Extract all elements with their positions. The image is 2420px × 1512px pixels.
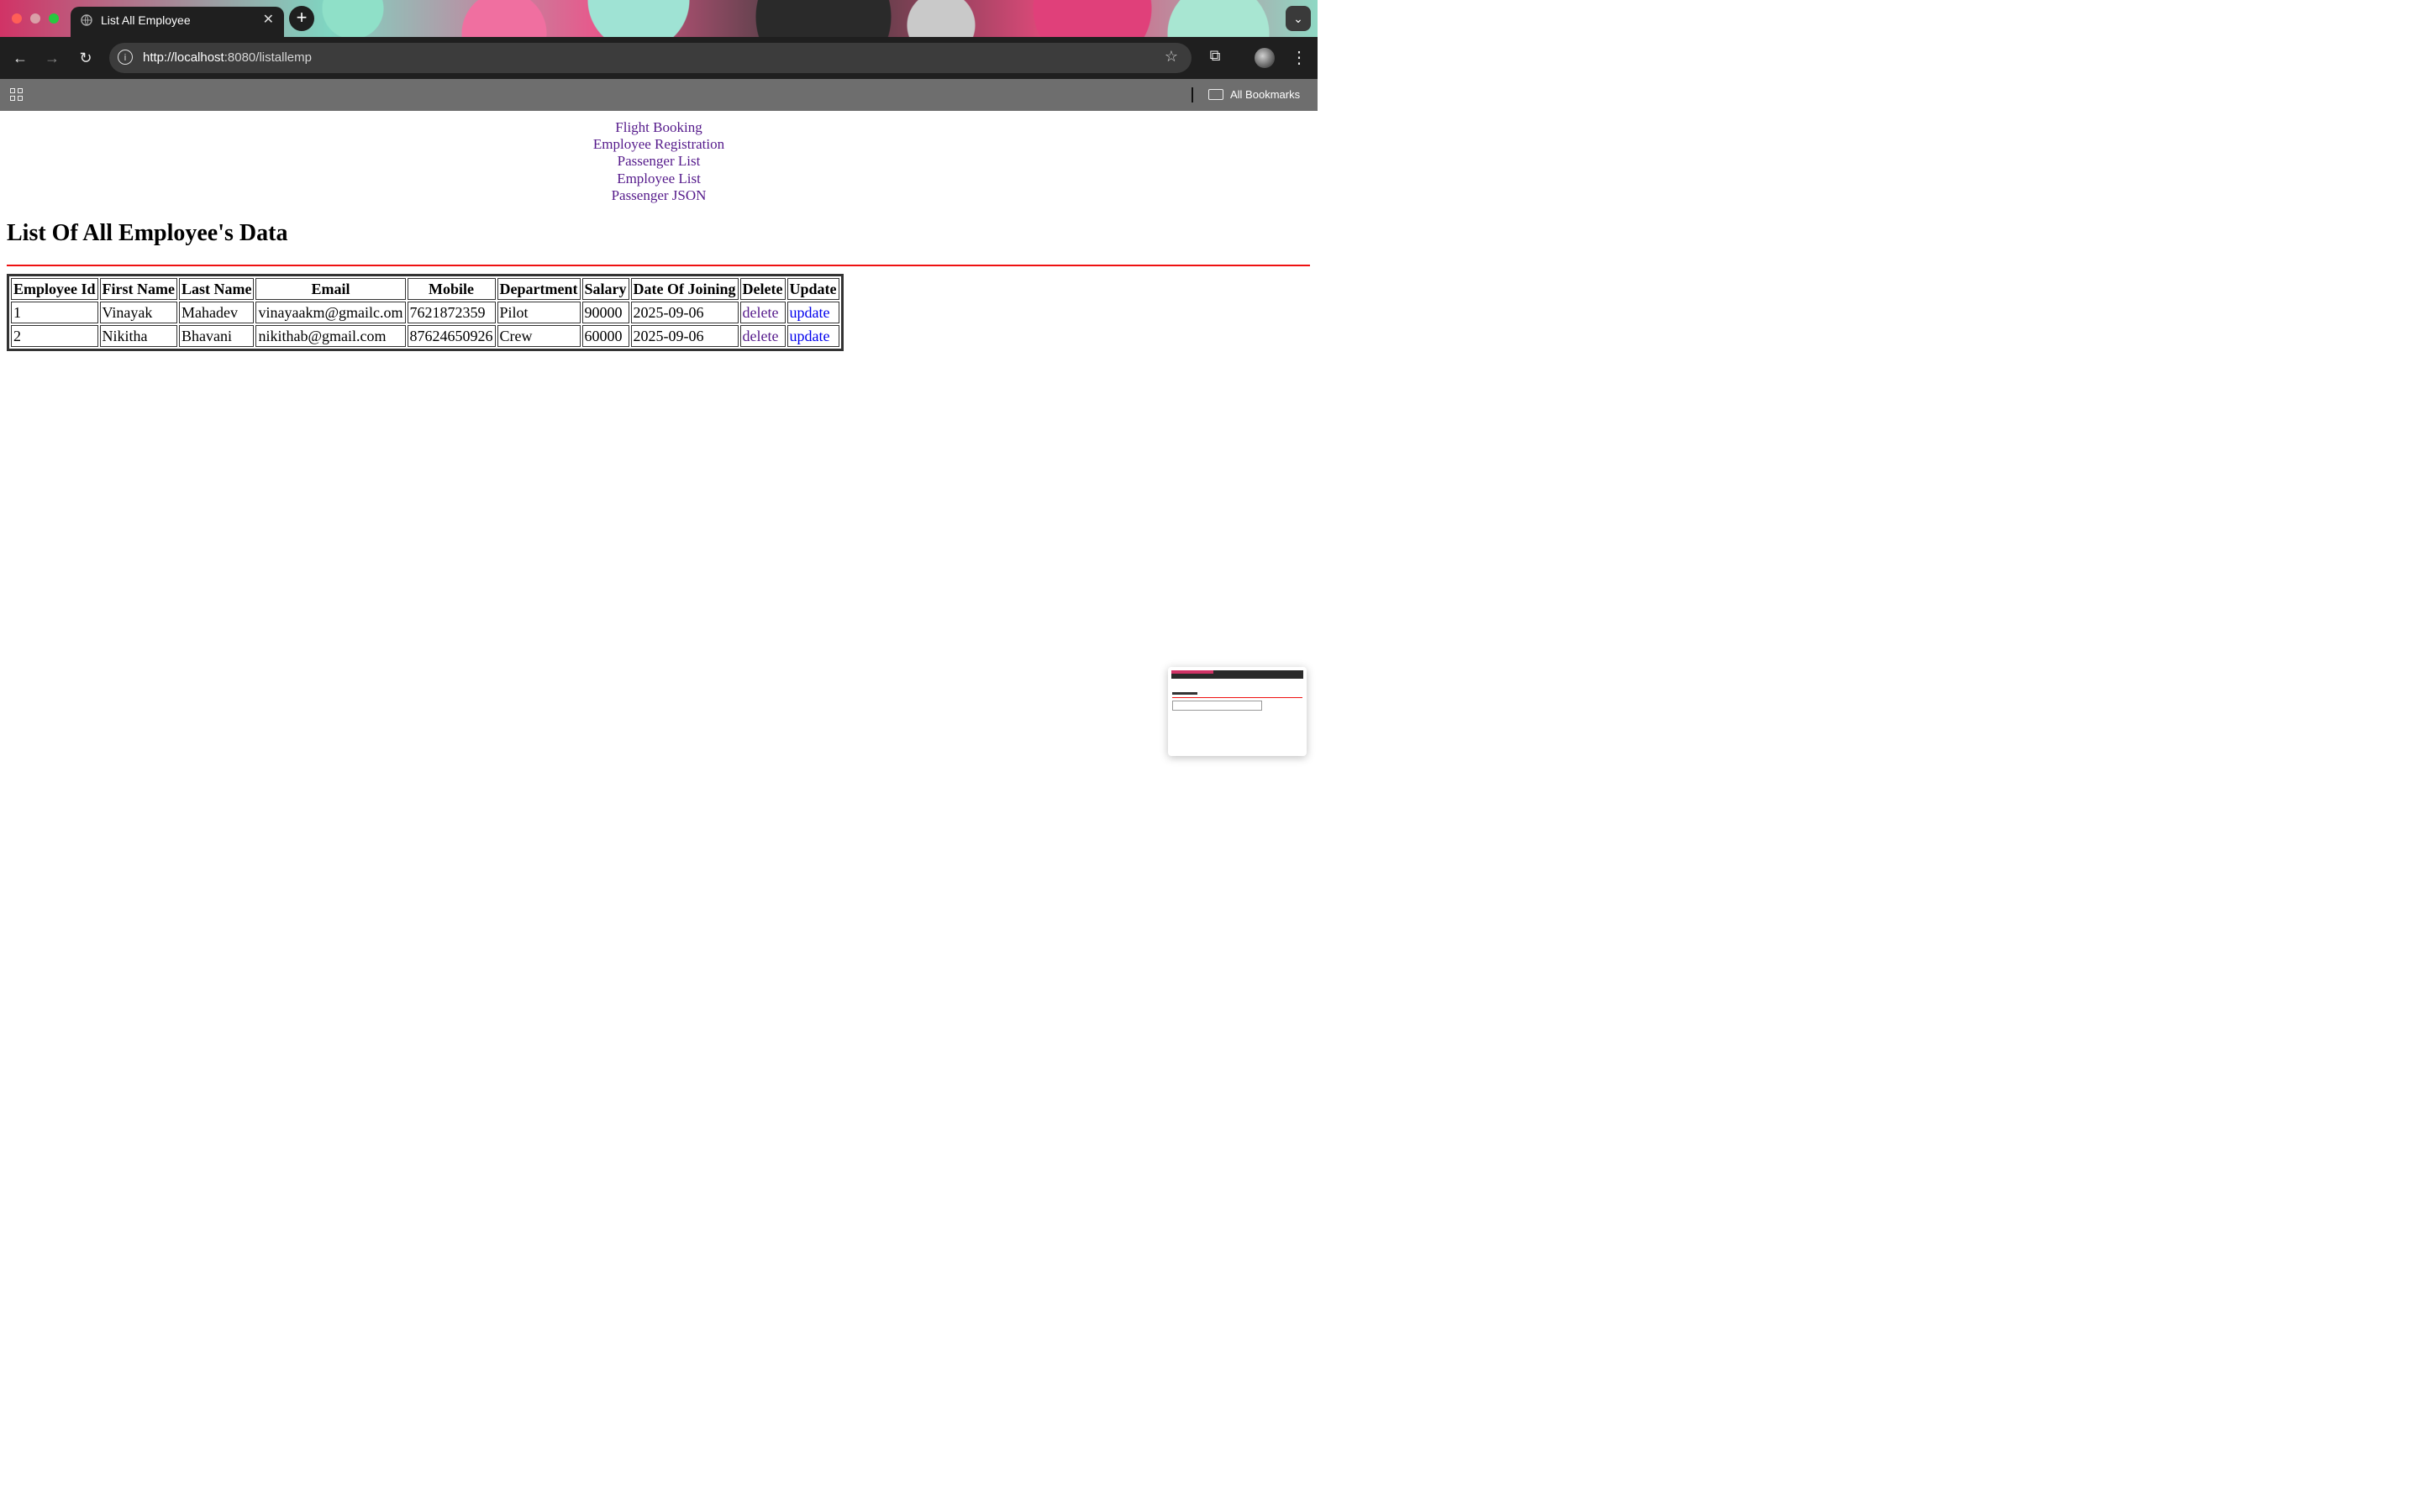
cell-mobile: 87624650926 (407, 325, 496, 347)
cell-employee-id: 2 (11, 325, 98, 347)
url-path: :8080/listallemp (224, 50, 312, 65)
cell-update: update (786, 302, 839, 323)
horizontal-rule (7, 265, 1310, 266)
extensions-puzzle-icon[interactable]: ⧉ (1205, 47, 1225, 67)
cell-delete: delete (739, 325, 786, 347)
cell-department: Pilot (497, 302, 581, 323)
cell-employee-id: 1 (11, 302, 98, 323)
employee-table: Employee Id First Name Last Name Email M… (7, 274, 844, 351)
cell-date-of-joining: 2025-09-06 (630, 302, 739, 323)
all-bookmarks-button[interactable]: All Bookmarks (1230, 88, 1300, 101)
cell-department: Crew (497, 325, 581, 347)
column-header: Delete (739, 278, 786, 300)
nav-link-flight-booking[interactable]: Flight Booking (0, 119, 1318, 136)
table-row: 2 Nikitha Bhavani nikithab@gmail.com 876… (11, 325, 839, 347)
cell-email: vinayaakm@gmailc.om (255, 302, 406, 323)
column-header: First Name (99, 278, 177, 300)
column-header: Update (786, 278, 839, 300)
active-tab[interactable]: List All Employee ✕ (71, 7, 284, 37)
cell-update: update (786, 325, 839, 347)
table-header-row: Employee Id First Name Last Name Email M… (11, 278, 839, 300)
update-link[interactable]: update (790, 328, 830, 344)
minimize-window-button[interactable] (30, 13, 40, 24)
update-link[interactable]: update (790, 304, 830, 321)
column-header: Salary (581, 278, 629, 300)
cell-date-of-joining: 2025-09-06 (630, 325, 739, 347)
browser-menu-icon[interactable]: ⋮ (1291, 47, 1307, 68)
column-header: Department (497, 278, 581, 300)
cell-salary: 90000 (581, 302, 629, 323)
delete-link[interactable]: delete (743, 328, 779, 344)
column-header: Last Name (178, 278, 255, 300)
delete-link[interactable]: delete (743, 304, 779, 321)
reload-icon[interactable]: ↻ (75, 47, 97, 69)
folder-icon (1208, 89, 1223, 100)
tab-strip: List All Employee ✕ + ⌄ (0, 0, 1318, 37)
close-tab-icon[interactable]: ✕ (263, 11, 274, 28)
nav-link-employee-registration[interactable]: Employee Registration (0, 136, 1318, 153)
thumbnail-table (1172, 701, 1262, 711)
bookmarks-separator (1192, 87, 1193, 102)
page-title: List Of All Employee's Data (7, 220, 288, 246)
forward-arrow-icon[interactable]: → (41, 47, 63, 69)
thumbnail-accent (1171, 670, 1213, 674)
url-host: http://localhost (143, 50, 224, 65)
profile-avatar[interactable] (1255, 48, 1275, 68)
close-window-button[interactable] (12, 13, 22, 24)
tab-search-chevron-icon[interactable]: ⌄ (1286, 6, 1311, 31)
nav-link-passenger-list[interactable]: Passenger List (0, 153, 1318, 170)
browser-toolbar: ← → ↻ i http://localhost:8080/listallemp… (0, 37, 1318, 79)
thumbnail-rule (1172, 697, 1302, 698)
cell-last-name: Bhavani (178, 325, 255, 347)
globe-icon (81, 14, 92, 26)
cell-last-name: Mahadev (178, 302, 255, 323)
cell-mobile: 7621872359 (407, 302, 496, 323)
table-row: 1 Vinayak Mahadev vinayaakm@gmailc.om 76… (11, 302, 839, 323)
maximize-window-button[interactable] (49, 13, 59, 24)
screenshot-thumbnail[interactable] (1168, 667, 1307, 756)
tab-title: List All Employee (101, 13, 191, 27)
nav-link-employee-list[interactable]: Employee List (0, 171, 1318, 187)
column-header: Mobile (407, 278, 496, 300)
site-info-icon[interactable]: i (118, 50, 133, 65)
cell-delete: delete (739, 302, 786, 323)
address-bar[interactable]: i http://localhost:8080/listallemp ☆ (109, 43, 1192, 73)
column-header: Email (255, 278, 406, 300)
cell-email: nikithab@gmail.com (255, 325, 406, 347)
url-text[interactable]: http://localhost:8080/listallemp (143, 50, 312, 65)
cell-first-name: Vinayak (99, 302, 177, 323)
nav-link-passenger-json[interactable]: Passenger JSON (0, 187, 1318, 204)
column-header: Employee Id (11, 278, 98, 300)
column-header: Date Of Joining (630, 278, 739, 300)
back-arrow-icon[interactable]: ← (9, 47, 31, 69)
page-content: Flight Booking Employee Registration Pas… (0, 111, 1318, 823)
new-tab-button[interactable]: + (289, 6, 314, 31)
cell-first-name: Nikitha (99, 325, 177, 347)
bookmarks-bar: All Bookmarks (0, 79, 1318, 111)
apps-grid-icon[interactable] (10, 88, 25, 103)
thumbnail-title (1172, 692, 1197, 695)
bookmark-star-icon[interactable]: ☆ (1165, 48, 1178, 66)
cell-salary: 60000 (581, 325, 629, 347)
site-nav: Flight Booking Employee Registration Pas… (0, 119, 1318, 204)
